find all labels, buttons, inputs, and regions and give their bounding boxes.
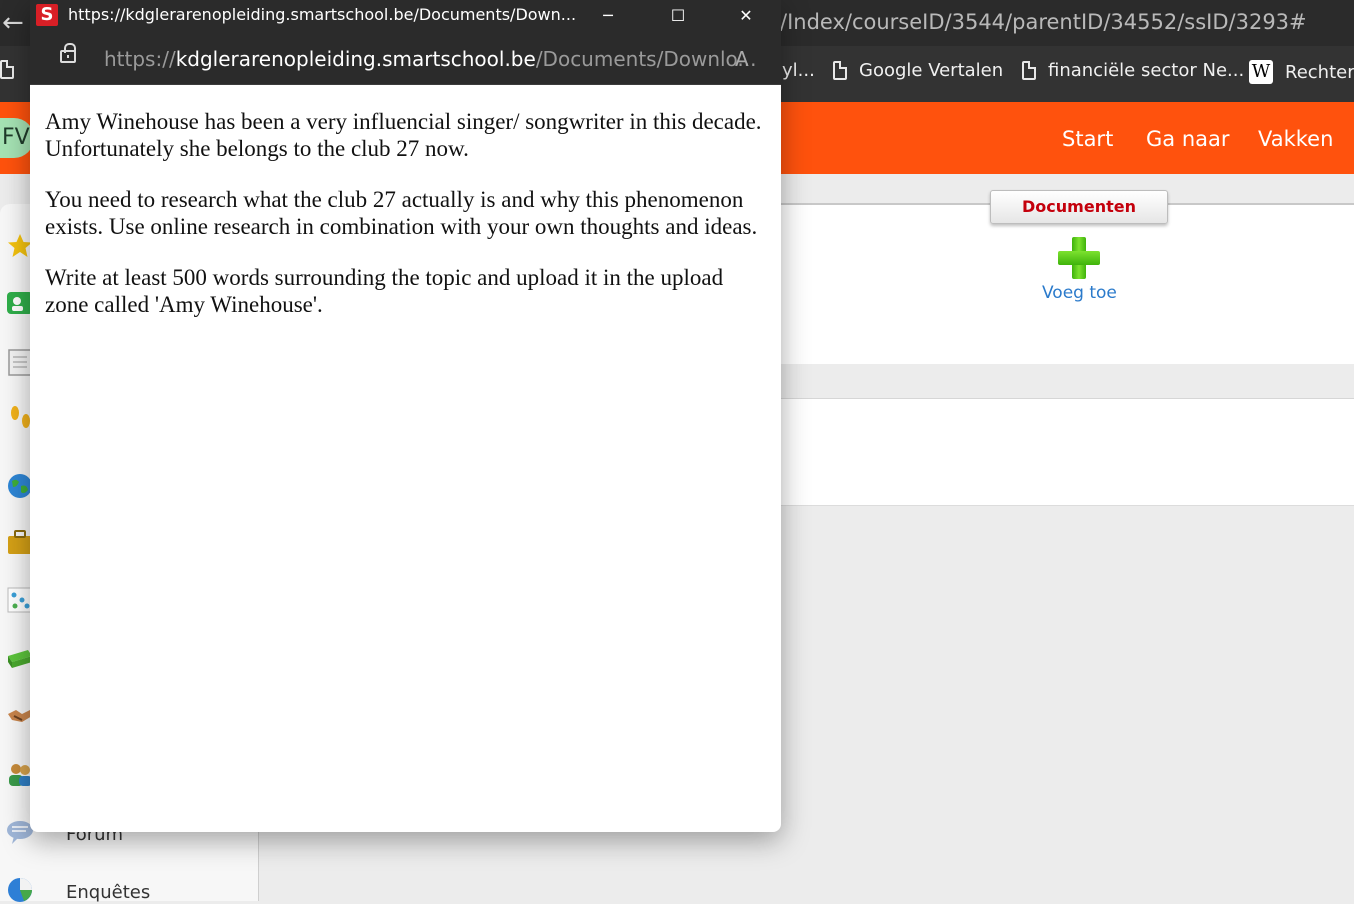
read-aloud-icon[interactable]: A: [735, 47, 749, 71]
pie-chart-icon[interactable]: [6, 876, 34, 904]
nav-vakken[interactable]: Vakken: [1258, 127, 1333, 151]
url-path: /Documents/Downlo...: [535, 47, 757, 71]
wikipedia-icon: W: [1249, 60, 1273, 84]
popup-title: https://kdglerarenopleiding.smartschool.…: [68, 5, 577, 24]
back-arrow-icon[interactable]: ←: [2, 6, 30, 40]
url-scheme: https://: [104, 47, 176, 71]
sidebar-item-enquetes[interactable]: Enquêtes: [66, 882, 150, 903]
favorite-google-vertalen[interactable]: Google Vertalen: [833, 60, 1003, 81]
paragraph: You need to research what the club 27 ac…: [45, 187, 758, 239]
background-address-bar[interactable]: /Index/courseID/3544/parentID/34552/ssID…: [780, 10, 1307, 34]
favorite-item[interactable]: [0, 60, 14, 79]
document-icon: [0, 60, 14, 79]
add-plus-icon[interactable]: [1058, 237, 1100, 279]
favorite-financiele-sector[interactable]: financiële sector Ne...: [1022, 60, 1244, 81]
add-document-link[interactable]: Voeg toe: [1042, 283, 1117, 303]
smartschool-favicon-icon: S: [36, 4, 58, 26]
documents-tab[interactable]: Documenten: [990, 190, 1168, 224]
favorite-label: financiële sector Ne...: [1048, 60, 1245, 81]
panel-divider: [780, 364, 1354, 398]
favorite-label: Rechterli: [1285, 61, 1354, 83]
lock-icon[interactable]: [60, 43, 76, 63]
nav-start[interactable]: Start: [1062, 127, 1113, 151]
url-host: kdglerarenopleiding.smartschool.be: [175, 47, 536, 71]
paragraph: Write at least 500 words surrounding the…: [45, 265, 724, 317]
close-button[interactable]: ✕: [723, 0, 769, 32]
document-icon: [1022, 61, 1036, 80]
maximize-button[interactable]: ☐: [655, 0, 701, 32]
popup-document-content: Amy Winehouse has been a very influencia…: [45, 108, 765, 342]
documents-list-panel: [780, 398, 1354, 506]
document-icon: [833, 61, 847, 80]
favorite-item[interactable]: yl...: [782, 60, 815, 81]
favorite-label: Google Vertalen: [859, 60, 1004, 81]
popup-title-bar[interactable]: S https://kdglerarenopleiding.smartschoo…: [30, 0, 781, 32]
favorite-rechterli[interactable]: W Rechterli: [1249, 60, 1354, 84]
popup-url[interactable]: https://kdglerarenopleiding.smartschool.…: [104, 47, 757, 71]
minimize-button[interactable]: ─: [585, 0, 631, 32]
nav-ga-naar[interactable]: Ga naar: [1146, 127, 1230, 151]
favorite-label: yl...: [782, 60, 815, 81]
popup-window: S https://kdglerarenopleiding.smartschoo…: [30, 0, 781, 832]
paragraph: Amy Winehouse has been a very influencia…: [45, 109, 762, 161]
